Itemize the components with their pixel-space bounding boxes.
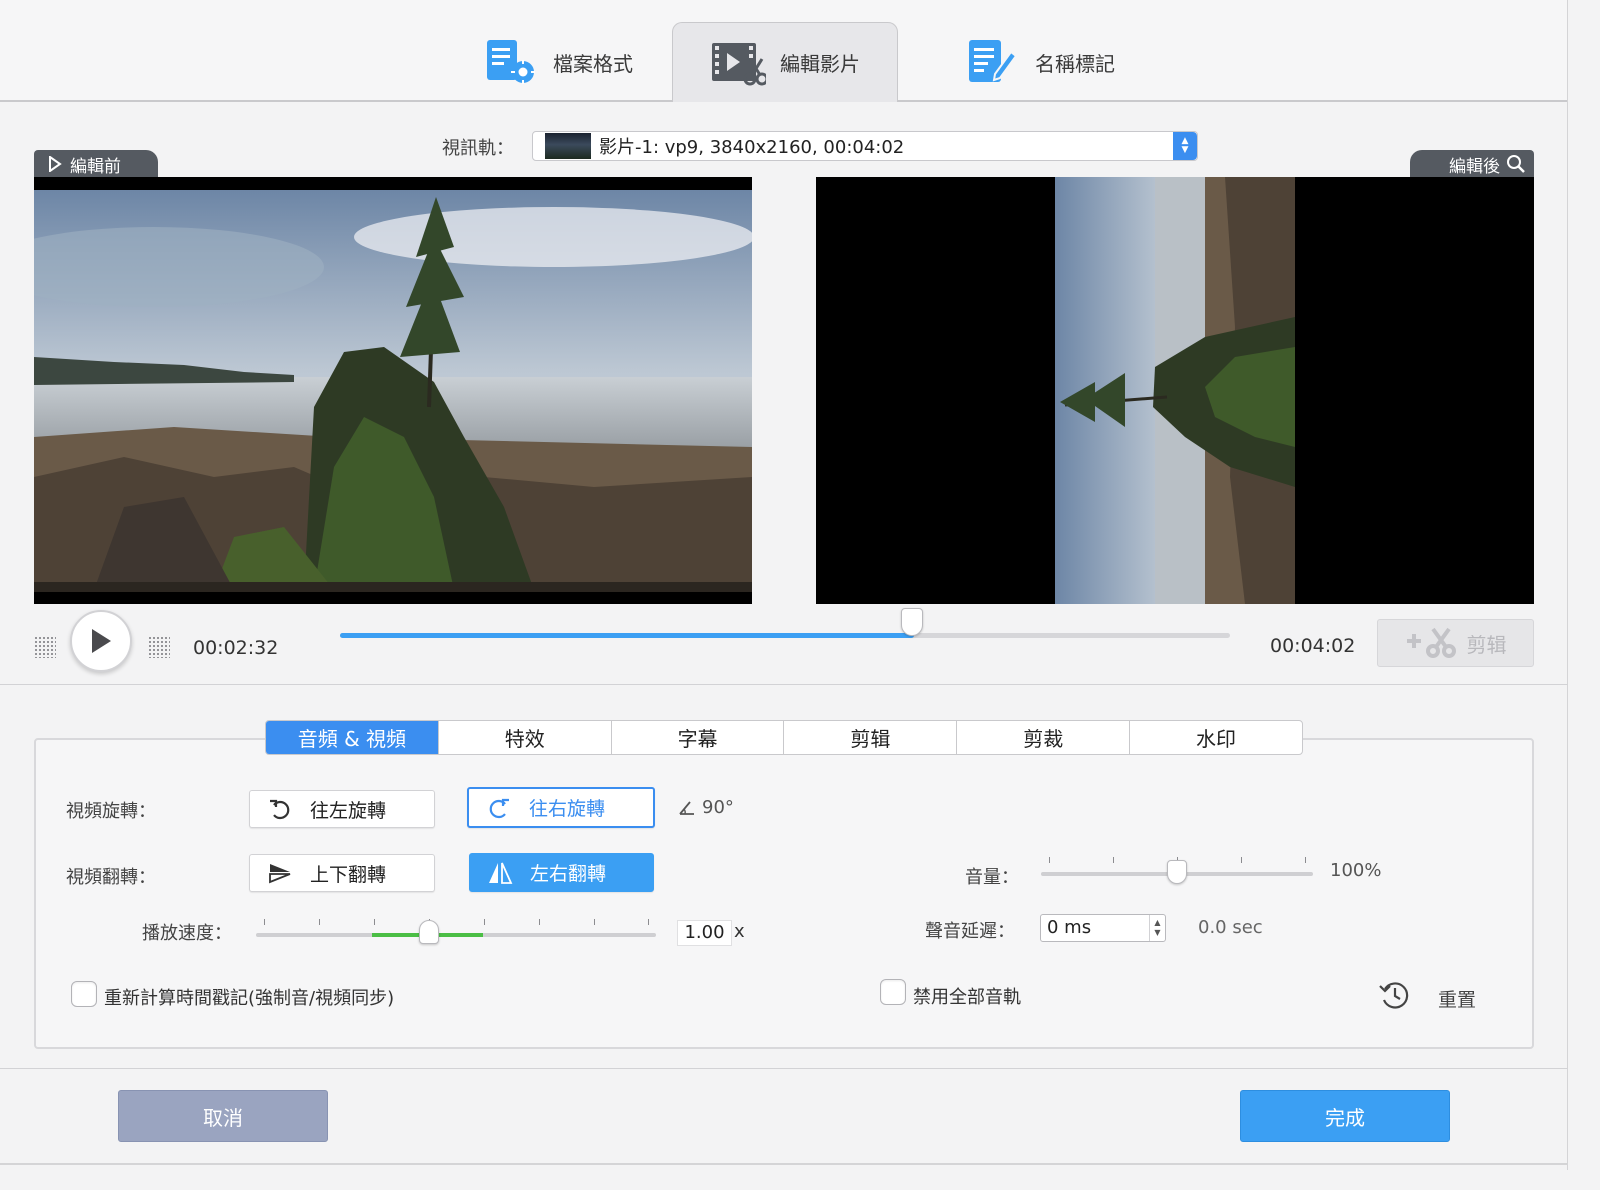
rotate-right-label: 往右旋轉: [529, 798, 606, 820]
tab-watermark[interactable]: 水印: [1130, 721, 1302, 754]
video-edit-icon: [712, 42, 766, 85]
speed-slider-ticks: [256, 919, 656, 925]
disable-audio-checkbox[interactable]: [880, 979, 906, 1005]
speed-unit: x: [734, 921, 745, 942]
recalc-timestamps-label: 重新計算時間戳記(強制音/視頻同步): [104, 988, 395, 1009]
play-icon: [92, 629, 111, 653]
reset-history-icon[interactable]: [1378, 978, 1412, 1012]
flip-horizontal-button[interactable]: 左右翻轉: [469, 853, 654, 892]
tab-file-format[interactable]: 檔案格式: [458, 22, 658, 102]
after-edit-text: 編輯後: [1449, 156, 1500, 177]
tab-subtitles[interactable]: 字幕: [612, 721, 785, 754]
tab-effects[interactable]: 特效: [439, 721, 612, 754]
window-border-bottom: [0, 1163, 1568, 1165]
preview-after: [816, 177, 1534, 604]
audio-delay-label: 聲音延遲：: [925, 921, 1015, 942]
tab-file-format-label: 檔案格式: [553, 51, 633, 76]
disable-audio-label: 禁用全部音軌: [913, 987, 1021, 1008]
tag-edit-icon: [969, 40, 1018, 82]
audio-delay-seconds: 0.0 sec: [1198, 917, 1263, 938]
angle-icon: [679, 800, 694, 815]
rotated-frame-art: [1055, 177, 1295, 604]
rotation-angle-value: 90°: [702, 797, 734, 818]
select-arrows-icon: ▲ ▼: [1173, 132, 1197, 160]
rotate-right-button[interactable]: 往右旋轉: [467, 787, 655, 828]
rotate-right-icon: [489, 798, 509, 818]
seek-bar[interactable]: [340, 633, 1230, 638]
right-grip-handle[interactable]: [148, 636, 170, 658]
flip-horizontal-label: 左右翻轉: [530, 863, 607, 885]
flip-horizontal-icon: [489, 862, 513, 884]
speed-label: 播放速度：: [142, 923, 232, 944]
add-trim-icon: [1406, 627, 1456, 658]
settings-tabs: 音頻 & 視頻 特效 字幕 剪辑 剪裁 水印: [265, 720, 1303, 755]
track-selected-value: 影片-1: vp9, 3840x2160, 00:04:02: [599, 137, 905, 158]
video-frame-original: [34, 177, 752, 604]
track-thumbnail: [545, 133, 591, 159]
section-divider: [0, 684, 1568, 685]
file-settings-icon: [487, 40, 535, 84]
volume-label: 音量：: [965, 867, 1019, 888]
left-grip-handle[interactable]: [34, 636, 56, 658]
seek-bar-knob[interactable]: [901, 608, 923, 636]
rotation-angle: 90°: [678, 797, 734, 818]
tab-name-tag-label: 名稱標記: [1035, 51, 1115, 76]
before-edit-text: 編輯前: [70, 156, 121, 177]
recalc-timestamps-checkbox[interactable]: [71, 981, 97, 1007]
volume-slider-knob[interactable]: [1167, 860, 1187, 884]
tab-name-tag[interactable]: 名稱標記: [950, 22, 1130, 102]
done-button[interactable]: 完成: [1240, 1090, 1450, 1142]
before-edit-label: 編輯前: [34, 150, 158, 178]
tab-crop[interactable]: 剪裁: [957, 721, 1131, 754]
after-edit-label: 編輯後: [1410, 150, 1534, 178]
audio-delay-value: 0 ms: [1047, 917, 1092, 938]
cancel-button[interactable]: 取消: [118, 1090, 328, 1142]
window-border-right: [1567, 0, 1568, 1170]
current-time: 00:02:32: [193, 637, 279, 659]
seek-bar-progress: [340, 633, 915, 638]
footer-divider: [0, 1068, 1568, 1069]
rotate-left-icon: [270, 799, 290, 820]
preview-before: [34, 177, 752, 604]
video-frame-rotated: [1055, 177, 1295, 604]
total-time: 00:04:02: [1270, 635, 1356, 657]
rotate-left-label: 往左旋轉: [310, 799, 387, 822]
stepper-icon[interactable]: ▲ ▼: [1149, 915, 1165, 941]
zoom-icon[interactable]: [1506, 154, 1526, 174]
play-button[interactable]: [70, 610, 132, 672]
flip-label: 視頻翻轉：: [66, 867, 156, 888]
speed-value-field[interactable]: 1.00: [677, 920, 732, 946]
rotation-label: 視頻旋轉：: [66, 801, 156, 822]
trim-button[interactable]: 剪辑: [1377, 619, 1534, 667]
tab-edit-video[interactable]: 編輯影片: [672, 22, 898, 102]
flip-vertical-label: 上下翻轉: [310, 863, 387, 886]
flip-vertical-button[interactable]: 上下翻轉: [249, 854, 435, 892]
audio-delay-input[interactable]: 0 ms ▲ ▼: [1040, 914, 1166, 942]
flip-vertical-icon: [269, 864, 291, 884]
trim-button-label: 剪辑: [1466, 632, 1507, 657]
tab-audio-video[interactable]: 音頻 & 視頻: [266, 721, 439, 754]
tab-edit-video-label: 編輯影片: [780, 52, 860, 76]
rotate-left-button[interactable]: 往左旋轉: [249, 790, 435, 828]
video-track-select[interactable]: 影片-1: vp9, 3840x2160, 00:04:02 ▲ ▼: [532, 131, 1198, 161]
tab-trim[interactable]: 剪辑: [784, 721, 958, 754]
track-label: 視訊軌：: [442, 138, 514, 159]
speed-slider-knob[interactable]: [419, 920, 439, 944]
reset-button[interactable]: 重置: [1438, 985, 1476, 1012]
play-outline-icon: [49, 156, 62, 172]
volume-value: 100%: [1330, 860, 1382, 881]
top-tab-bar: 檔案格式 編輯影片 名稱標記: [0, 0, 1568, 102]
